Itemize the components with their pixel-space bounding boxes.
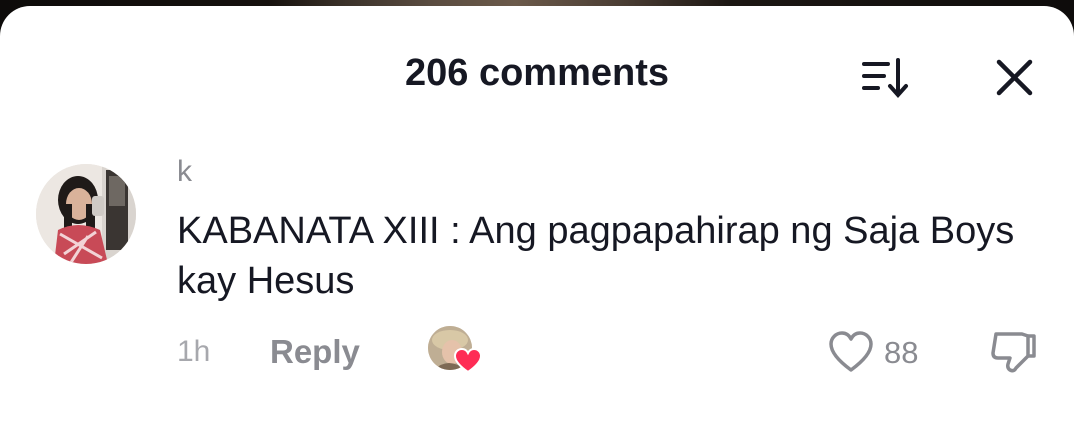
comment-timestamp: 1h bbox=[177, 335, 211, 368]
avatar-image bbox=[36, 164, 136, 264]
like-count: 88 bbox=[884, 335, 919, 370]
like-button[interactable] bbox=[828, 330, 874, 374]
dislike-button[interactable] bbox=[988, 328, 1040, 376]
sort-button[interactable] bbox=[858, 54, 914, 102]
comment-text: KABANATA XIII : Ang pagpapahirap ng Saja… bbox=[177, 210, 1015, 302]
reply-button[interactable]: Reply bbox=[270, 332, 360, 372]
heart-outline-icon bbox=[829, 331, 873, 372]
close-button[interactable] bbox=[990, 52, 1040, 102]
thumbs-down-icon bbox=[991, 332, 1036, 373]
sort-descending-icon bbox=[862, 58, 908, 99]
close-icon bbox=[996, 59, 1033, 96]
user-avatar[interactable] bbox=[36, 164, 136, 264]
comment-username[interactable]: k bbox=[177, 154, 192, 190]
creator-liked-heart-icon bbox=[454, 348, 482, 374]
creator-liked-badge bbox=[428, 326, 484, 376]
